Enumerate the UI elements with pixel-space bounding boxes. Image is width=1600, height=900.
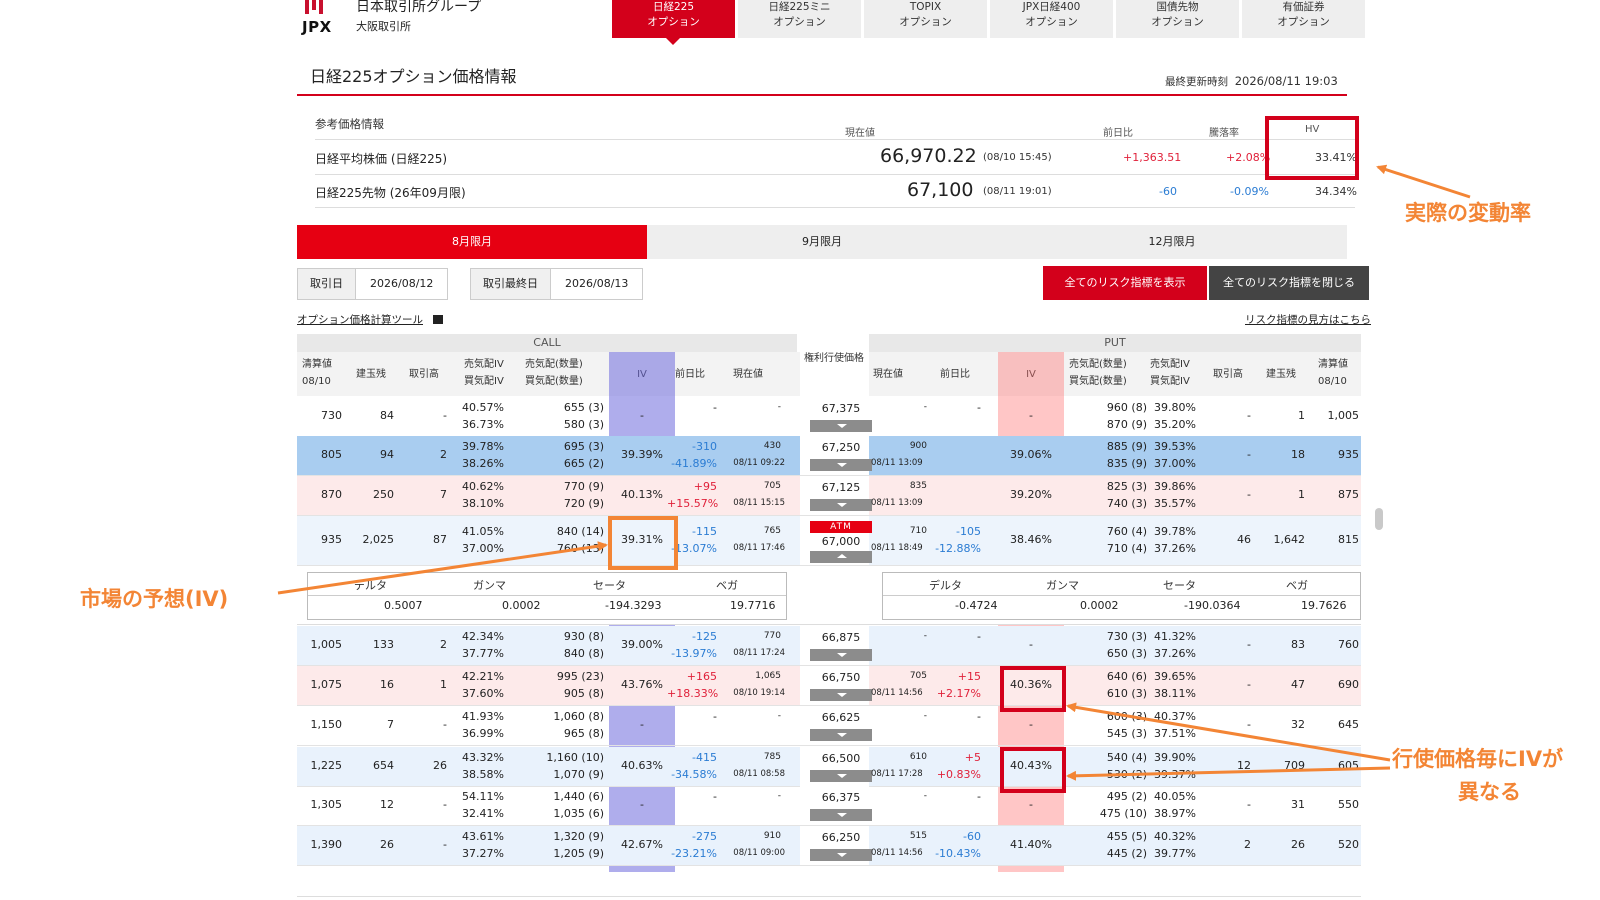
iv-strike-arrow-2 (1066, 766, 1391, 781)
iv-strike-arrow-1 (1066, 702, 1391, 762)
annotation-iv-strikes-1: 行使価格毎にIVが (1392, 747, 1564, 771)
annotation-hv: 実際の変動率 (1405, 201, 1531, 225)
annotation-arrows (277, 164, 1471, 781)
hv-arrow (1376, 164, 1471, 199)
annotation-iv: 市場の予想(IV) (80, 587, 229, 611)
annotation-iv-strikes-2: 異なる (1458, 780, 1521, 804)
iv-arrow (277, 541, 608, 595)
